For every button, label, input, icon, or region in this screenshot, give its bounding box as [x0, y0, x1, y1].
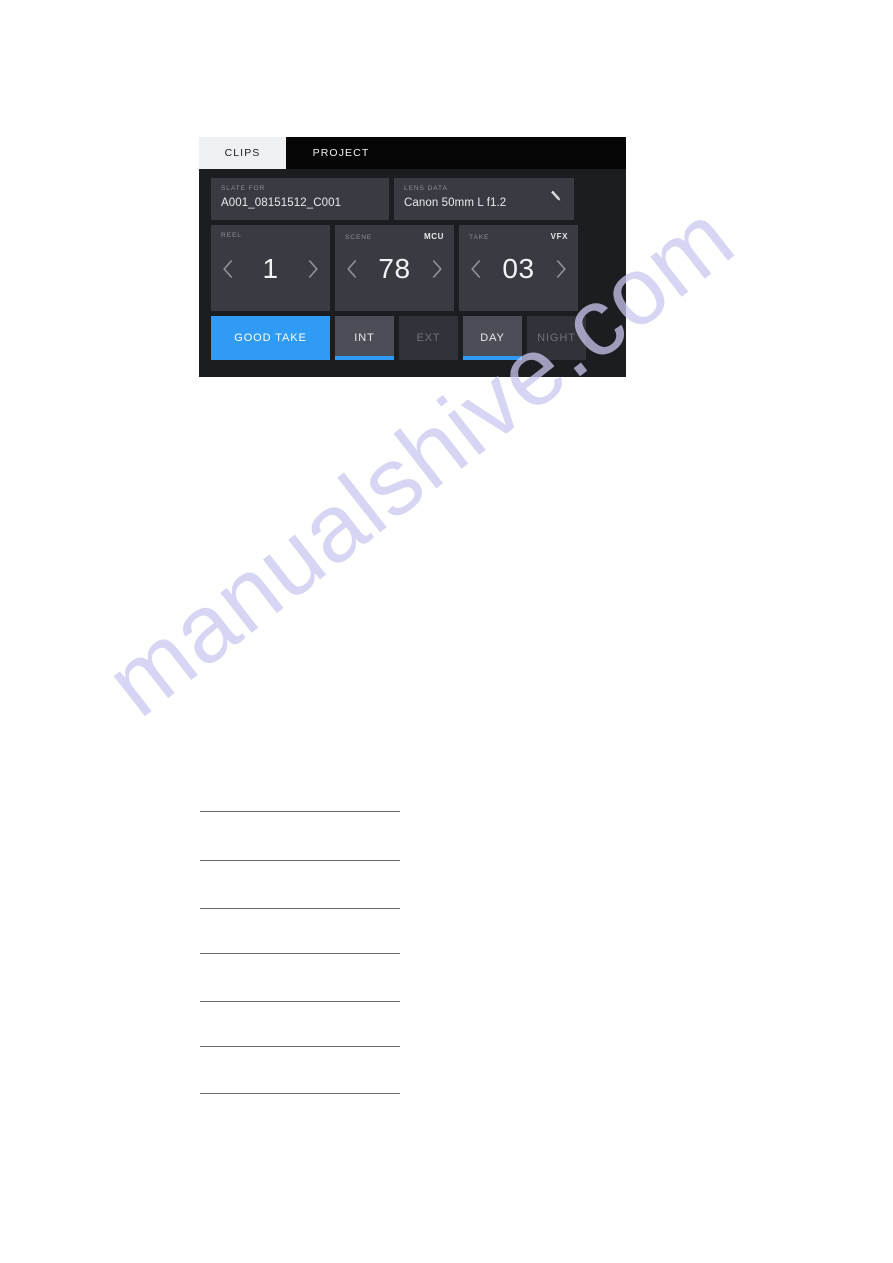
chevron-right-icon[interactable]	[428, 256, 445, 282]
take-controls: 03	[459, 247, 578, 291]
int-label: INT	[354, 332, 375, 344]
chevron-left-icon[interactable]	[344, 256, 361, 282]
tab-clips-label: CLIPS	[224, 147, 261, 159]
ext-label: EXT	[416, 332, 441, 344]
scene-label: SCENE	[345, 234, 373, 241]
int-button[interactable]: INT	[335, 316, 394, 360]
lens-data-field[interactable]: LENS DATA Canon 50mm L f1.2	[394, 178, 574, 220]
night-button[interactable]: NIGHT	[527, 316, 586, 360]
scene-badge: MCU	[423, 232, 444, 241]
rule-line	[200, 953, 400, 954]
rule-line	[200, 1093, 400, 1094]
tab-clips[interactable]: CLIPS	[199, 137, 286, 169]
chevron-right-icon[interactable]	[552, 256, 569, 282]
reel-head: REEL	[221, 232, 320, 239]
slate-for-label: SLATE FOR	[221, 185, 266, 192]
reel-controls: 1	[211, 247, 330, 291]
lens-data-label: LENS DATA	[404, 185, 448, 192]
slate-for-value: A001_08151512_C001	[221, 197, 342, 209]
pencil-icon[interactable]	[548, 188, 565, 205]
rule-line	[200, 860, 400, 861]
rule-line	[200, 811, 400, 812]
scene-controls: 78	[335, 247, 454, 291]
reel-label: REEL	[221, 232, 242, 239]
day-label: DAY	[480, 332, 505, 344]
reel-stepper[interactable]: REEL 1	[211, 225, 330, 311]
camera-slate-screenshot: CLIPS PROJECT SLATE FOR A001_08151512_C0…	[199, 137, 626, 377]
good-take-button[interactable]: GOOD TAKE	[211, 316, 330, 360]
tab-project-label: PROJECT	[312, 147, 370, 159]
chevron-left-icon[interactable]	[220, 256, 237, 282]
night-label: NIGHT	[537, 332, 576, 344]
lens-data-value: Canon 50mm L f1.2	[404, 197, 507, 209]
rule-line	[200, 1001, 400, 1002]
day-button[interactable]: DAY	[463, 316, 522, 360]
good-take-label: GOOD TAKE	[234, 332, 307, 344]
take-value: 03	[502, 253, 535, 284]
take-badge: VFX	[550, 232, 568, 241]
day-active-underline	[463, 356, 522, 360]
rule-line	[200, 908, 400, 909]
toggle-button-row: GOOD TAKE INT EXT DAY NIGHT	[211, 316, 614, 360]
scene-value: 78	[378, 253, 411, 284]
take-head: TAKE VFX	[469, 232, 568, 241]
take-label: TAKE	[469, 234, 490, 241]
scene-head: SCENE MCU	[345, 232, 444, 241]
tab-project[interactable]: PROJECT	[286, 137, 396, 169]
text-field-row: SLATE FOR A001_08151512_C001 LENS DATA C…	[211, 178, 614, 220]
tab-bar: CLIPS PROJECT	[199, 137, 626, 169]
stepper-row: REEL 1 SCENE MCU 78 TAKE VFX 03	[211, 225, 614, 311]
rule-line	[200, 1046, 400, 1047]
slate-metadata-body: SLATE FOR A001_08151512_C001 LENS DATA C…	[199, 169, 626, 377]
slate-for-field[interactable]: SLATE FOR A001_08151512_C001	[211, 178, 389, 220]
int-active-underline	[335, 356, 394, 360]
take-stepper[interactable]: TAKE VFX 03	[459, 225, 578, 311]
reel-value: 1	[262, 253, 279, 284]
scene-stepper[interactable]: SCENE MCU 78	[335, 225, 454, 311]
chevron-right-icon[interactable]	[304, 256, 321, 282]
chevron-left-icon[interactable]	[468, 256, 485, 282]
ext-button[interactable]: EXT	[399, 316, 458, 360]
